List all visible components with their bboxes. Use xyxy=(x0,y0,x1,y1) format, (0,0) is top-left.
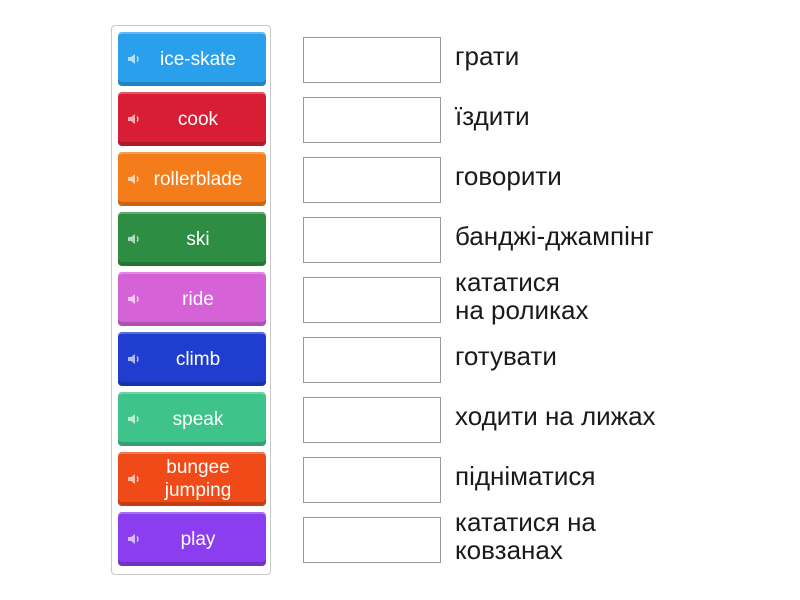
target-definition: говорити xyxy=(455,161,562,191)
tile-label: ride xyxy=(182,288,214,310)
answer-tile-ski[interactable]: ski xyxy=(118,212,266,266)
speaker-icon[interactable] xyxy=(127,233,141,245)
answer-tile-ride[interactable]: ride xyxy=(118,272,266,326)
answer-tile-climb[interactable]: climb xyxy=(118,332,266,386)
speaker-icon[interactable] xyxy=(127,473,141,485)
target-definition: готувати xyxy=(455,341,557,371)
speaker-icon[interactable] xyxy=(127,113,141,125)
speaker-icon[interactable] xyxy=(127,53,141,65)
drop-slot-8[interactable] xyxy=(303,457,441,503)
drop-slot-9[interactable] xyxy=(303,517,441,563)
target-definition: підніматися xyxy=(455,461,596,491)
speaker-icon[interactable] xyxy=(127,173,141,185)
target-definition: ходити на лижах xyxy=(455,401,656,431)
target-definition: грати xyxy=(455,41,520,71)
target-definition: кататися на роликах xyxy=(455,267,589,325)
target-definition: кататися на ковзанах xyxy=(455,507,596,565)
answer-tile-play[interactable]: play xyxy=(118,512,266,566)
drop-slot-6[interactable] xyxy=(303,337,441,383)
speaker-icon[interactable] xyxy=(127,533,141,545)
speaker-icon[interactable] xyxy=(127,353,141,365)
speaker-icon[interactable] xyxy=(127,413,141,425)
drop-slot-3[interactable] xyxy=(303,157,441,203)
answer-tile-cook[interactable]: cook xyxy=(118,92,266,146)
tile-label: rollerblade xyxy=(153,168,243,190)
answer-tile-rollerblade[interactable]: rollerblade xyxy=(118,152,266,206)
drop-slot-4[interactable] xyxy=(303,217,441,263)
tile-label: cook xyxy=(177,108,219,130)
tile-label: speak xyxy=(172,408,224,430)
tile-label: ski xyxy=(186,228,210,250)
drop-slot-5[interactable] xyxy=(303,277,441,323)
tile-label: bungee jumping xyxy=(164,457,232,501)
answer-tile-speak[interactable]: speak xyxy=(118,392,266,446)
tile-label: ice-skate xyxy=(159,48,237,70)
target-definition: їздити xyxy=(455,101,530,131)
answer-tile-bungee-jumping[interactable]: bungee jumping xyxy=(118,452,266,506)
tile-label: play xyxy=(180,528,216,550)
target-definition: банджі-джампінг xyxy=(455,221,654,251)
drop-slot-2[interactable] xyxy=(303,97,441,143)
speaker-icon[interactable] xyxy=(127,293,141,305)
drop-slot-1[interactable] xyxy=(303,37,441,83)
drop-slot-7[interactable] xyxy=(303,397,441,443)
tile-label: climb xyxy=(175,348,221,370)
answer-tile-ice-skate[interactable]: ice-skate xyxy=(118,32,266,86)
